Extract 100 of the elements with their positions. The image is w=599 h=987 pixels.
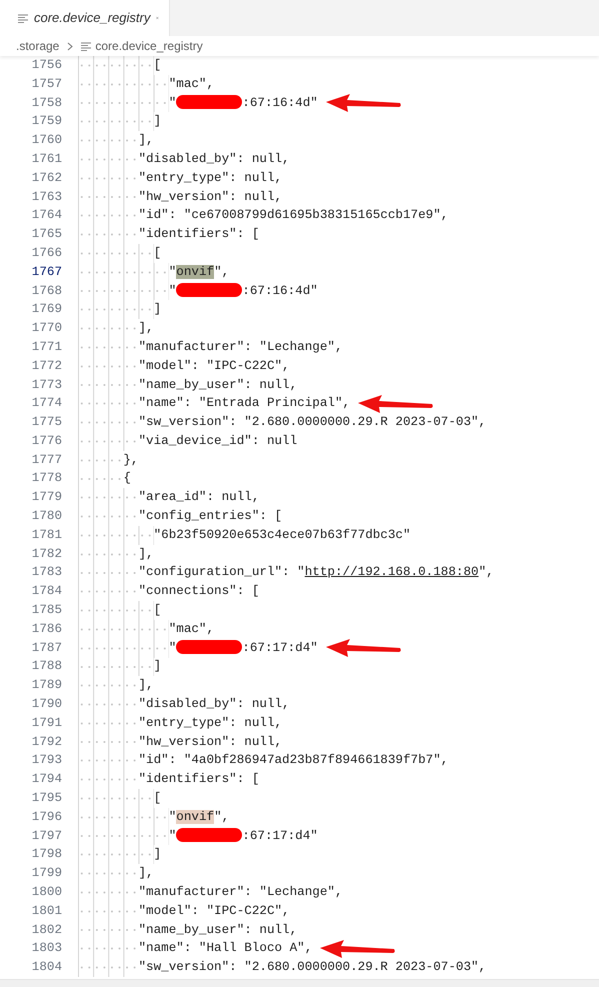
line-number: 1772 bbox=[30, 358, 63, 375]
line-number: 1775 bbox=[30, 414, 63, 432]
code-line: ], bbox=[138, 865, 154, 882]
line-number: 1799 bbox=[30, 865, 63, 882]
line-number: 1759 bbox=[30, 113, 63, 130]
code-line: ] bbox=[154, 301, 162, 318]
line-number: 1758 bbox=[30, 94, 63, 112]
code-line: ] bbox=[154, 113, 162, 130]
code-line: "config_entries": [ bbox=[138, 508, 282, 526]
code-line: ], bbox=[138, 677, 154, 694]
code-line: "mac", bbox=[168, 620, 214, 638]
line-number: 1776 bbox=[30, 432, 63, 450]
line-number: 1797 bbox=[30, 828, 63, 845]
code-line: "via_device_id": null bbox=[138, 432, 298, 450]
code-line: "disabled_by": null, bbox=[138, 150, 290, 168]
line-number: 1770 bbox=[30, 320, 63, 338]
code-line: "identifiers": [ bbox=[138, 771, 260, 788]
line-number: 1767 bbox=[30, 264, 63, 281]
code-line: " :67:17:d4" bbox=[168, 827, 318, 845]
line-number: 1786 bbox=[30, 620, 63, 638]
breadcrumb-item[interactable]: .storage bbox=[16, 37, 60, 55]
code-line: "id": "ce67008799d61695b38315165ccb17e9", bbox=[138, 207, 448, 224]
line-number: 1762 bbox=[30, 170, 63, 187]
code-line: ] bbox=[154, 658, 162, 676]
line-number: 1774 bbox=[30, 395, 63, 412]
code-line: "model": "IPC-C22C", bbox=[138, 902, 290, 920]
code-line: "manufacturer": "Lechange", bbox=[138, 884, 343, 902]
line-number: 1795 bbox=[30, 790, 63, 808]
line-number: 1761 bbox=[30, 150, 63, 168]
line-number: 1777 bbox=[30, 452, 63, 469]
code-line: "connections": [ bbox=[138, 583, 260, 600]
code-line: "name_by_user": null, bbox=[138, 922, 298, 939]
line-number: 1764 bbox=[30, 207, 63, 224]
line-number: 1792 bbox=[30, 734, 63, 751]
code-line: "name_by_user": null, bbox=[138, 376, 298, 394]
code-line: "name": "Entrada Principal", bbox=[138, 395, 350, 412]
code-line: " :67:16:4d" bbox=[168, 94, 318, 112]
line-number: 1785 bbox=[30, 602, 63, 620]
line-number: 1803 bbox=[30, 940, 63, 958]
code-line: [ bbox=[154, 56, 162, 74]
code-line: }, bbox=[123, 452, 138, 469]
code-line: "identifiers": [ bbox=[138, 226, 260, 244]
line-number: 1802 bbox=[30, 922, 63, 939]
line-number: 1787 bbox=[30, 640, 63, 657]
code-line: "configuration_url": "http://192.168.0.188:80", bbox=[138, 564, 494, 582]
line-number: 1756 bbox=[30, 56, 63, 74]
code-line: ], bbox=[138, 546, 154, 563]
line-number: 1773 bbox=[30, 376, 63, 394]
code-line: [ bbox=[154, 602, 162, 620]
code-line: "sw_version": "2.680.0000000.29.R 2023-07-03", bbox=[138, 959, 486, 976]
line-number: 1790 bbox=[30, 696, 63, 714]
breadcrumb-item[interactable]: core.device_registry bbox=[95, 37, 203, 55]
code-line: "area_id": null, bbox=[138, 489, 260, 506]
line-number: 1782 bbox=[30, 546, 63, 563]
link[interactable]: http://192.168.0.188:80 bbox=[304, 565, 479, 580]
code-line: "manufacturer": "Lechange", bbox=[138, 338, 343, 356]
code-line: [ bbox=[154, 790, 162, 808]
code-line: " :67:17:d4" bbox=[168, 639, 318, 657]
line-number: 1783 bbox=[30, 564, 63, 582]
code-line: "hw_version": null, bbox=[138, 188, 282, 206]
line-number: 1789 bbox=[30, 677, 63, 694]
line-number: 1798 bbox=[30, 846, 63, 864]
line-number: 1771 bbox=[30, 338, 63, 356]
line-number: 1788 bbox=[30, 658, 63, 676]
code-line: ] bbox=[154, 846, 162, 864]
code-line: ], bbox=[138, 132, 154, 150]
line-number: 1778 bbox=[30, 470, 63, 488]
line-number: 1781 bbox=[30, 526, 63, 544]
code-line: "name": "Hall Bloco A", bbox=[138, 940, 312, 958]
line-number: 1784 bbox=[30, 583, 63, 600]
line-number: 1804 bbox=[30, 959, 63, 976]
line-number: 1779 bbox=[30, 489, 63, 506]
line-number: 1768 bbox=[30, 282, 63, 300]
line-number: 1780 bbox=[30, 508, 63, 526]
code-line: { bbox=[123, 470, 131, 488]
line-number: 1800 bbox=[30, 884, 63, 902]
line-number: 1794 bbox=[30, 771, 63, 788]
code-line: "hw_version": null, bbox=[138, 734, 282, 751]
code-line: "6b23f50920e653c4ece07b63f77dbc3c" bbox=[154, 526, 411, 544]
line-number: 1801 bbox=[30, 902, 63, 920]
line-number: 1765 bbox=[30, 226, 63, 244]
line-number: 1757 bbox=[30, 76, 63, 93]
line-number: 1760 bbox=[30, 132, 63, 150]
code-line: ], bbox=[138, 320, 154, 338]
code-line: "entry_type": null, bbox=[138, 714, 282, 732]
line-number: 1769 bbox=[30, 301, 63, 318]
line-number: 1791 bbox=[30, 714, 63, 732]
code-line: "id": "4a0bf286947ad23b87f894661839f7b7", bbox=[138, 752, 448, 770]
code-line: "mac", bbox=[168, 76, 214, 93]
tab-label: core.device_registry bbox=[34, 9, 150, 28]
code-line: "sw_version": "2.680.0000000.29.R 2023-07-03", bbox=[138, 414, 486, 432]
code-line: "disabled_by": null, bbox=[138, 696, 290, 714]
code-line: "entry_type": null, bbox=[138, 170, 282, 187]
code-line: " :67:16:4d" bbox=[168, 282, 318, 300]
line-number: 1793 bbox=[30, 752, 63, 770]
line-number: 1766 bbox=[30, 244, 63, 262]
editor-tab[interactable]: core.device_registry bbox=[0, 0, 170, 36]
code-line: [ bbox=[154, 244, 162, 262]
code-line: "model": "IPC-C22C", bbox=[138, 358, 290, 375]
line-number: 1796 bbox=[30, 808, 63, 826]
